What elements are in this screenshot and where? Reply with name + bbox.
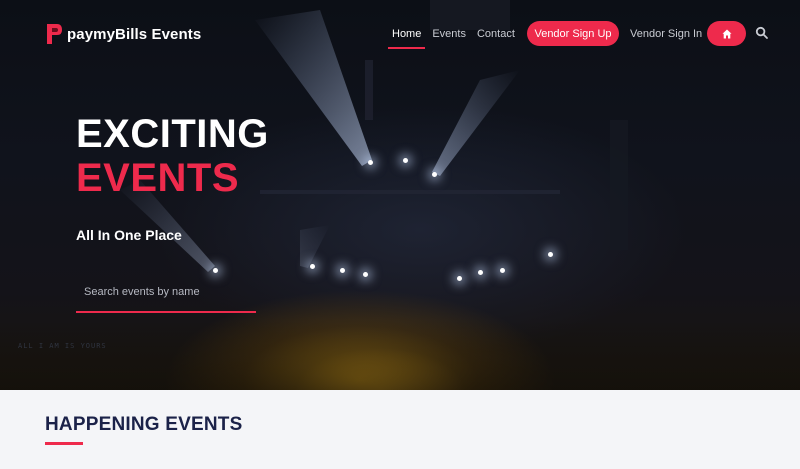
brand-logo[interactable]: paymyBills Events: [45, 22, 201, 46]
hero-tagline: All In One Place: [76, 227, 182, 243]
brand-name: paymyBills Events: [67, 25, 202, 43]
vendor-sign-in-link[interactable]: Vendor Sign In: [630, 28, 702, 40]
home-button[interactable]: [707, 21, 746, 46]
nav-link-home[interactable]: Home: [387, 28, 426, 49]
home-icon: [722, 29, 731, 38]
crowd-silhouette: [0, 320, 800, 390]
hero-banner: ALL I AM IS YOURS paymyBills Events Home…: [0, 0, 800, 390]
vendor-sign-up-button[interactable]: Vendor Sign Up: [527, 21, 619, 46]
nav-links: Home Events Contact: [387, 28, 526, 49]
hero-heading-line2: EVENTS: [76, 156, 240, 200]
background-watermark: ALL I AM IS YOURS: [18, 342, 107, 350]
section-title: HAPPENING EVENTS: [45, 414, 243, 435]
search-icon[interactable]: [755, 26, 769, 40]
section-title-underline: [45, 442, 83, 445]
top-navbar: paymyBills Events Home Events Contact Ve…: [0, 0, 800, 68]
logo-mark-icon: [47, 24, 62, 44]
nav-link-contact[interactable]: Contact: [477, 28, 515, 40]
happening-events-section: HAPPENING EVENTS: [0, 390, 800, 469]
hero-heading-line1: EXCITING: [76, 112, 269, 156]
event-search: [76, 278, 256, 313]
nav-link-events[interactable]: Events: [432, 28, 466, 40]
event-search-input[interactable]: [76, 278, 256, 306]
